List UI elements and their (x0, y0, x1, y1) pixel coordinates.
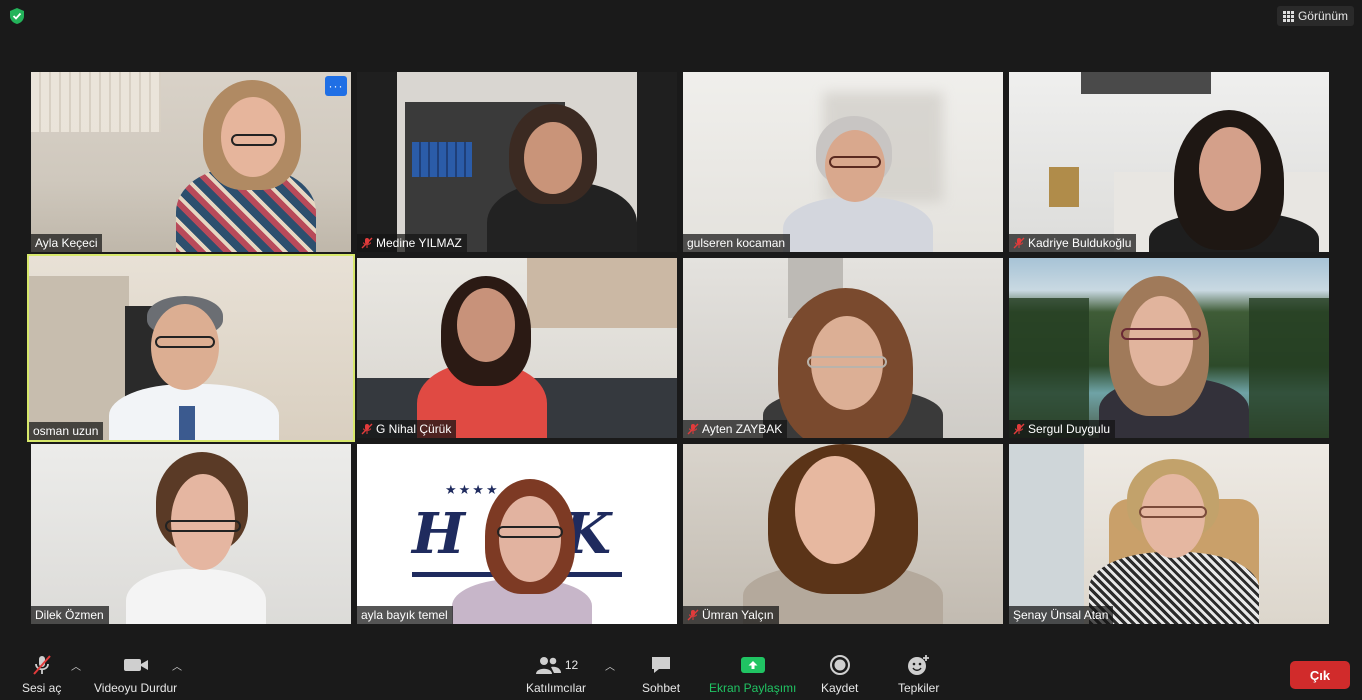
participant-name: Medine YILMAZ (357, 234, 467, 252)
unmute-button[interactable]: Sesi aç (22, 652, 61, 695)
participant-name: ayla bayık temel (357, 606, 453, 624)
video-tile[interactable]: ··· Ayla Keçeci (31, 72, 351, 252)
video-tile[interactable]: Kadriye Buldukoğlu (1009, 72, 1329, 252)
participants-icon (535, 657, 561, 674)
muted-microphone-icon (30, 652, 54, 678)
video-tile[interactable]: Şenay Ünsal Atan (1009, 444, 1329, 624)
top-bar: Görünüm (0, 0, 1362, 34)
view-button[interactable]: Görünüm (1276, 6, 1354, 26)
participant-name: Ayten ZAYBAK (683, 420, 788, 438)
share-screen-icon (740, 652, 766, 678)
video-options-caret-icon[interactable]: ︿ (172, 658, 182, 673)
participants-count: 12 (564, 658, 579, 672)
participant-name: Şenay Ünsal Atan (1009, 606, 1114, 624)
video-tile[interactable]: gulseren kocaman (683, 72, 1003, 252)
video-tile[interactable]: Dilek Özmen (31, 444, 351, 624)
muted-mic-icon (361, 423, 373, 435)
participant-name: Ayla Keçeci (31, 234, 103, 252)
record-icon (829, 652, 851, 678)
video-tile[interactable]: Sergul Duygulu (1009, 258, 1329, 438)
security-shield-icon[interactable] (8, 7, 26, 25)
chat-button[interactable]: Sohbet (642, 652, 680, 695)
video-tile[interactable]: Medine YILMAZ (357, 72, 677, 252)
chat-bubble-icon (649, 652, 673, 678)
video-tile-active-speaker[interactable]: osman uzun (29, 256, 353, 440)
video-tile[interactable]: Ayten ZAYBAK (683, 258, 1003, 438)
share-screen-button[interactable]: Ekran Paylaşımı (709, 652, 796, 695)
meeting-toolbar: Sesi aç ︿ Videoyu Durdur ︿ 12 Katılımcıl… (0, 640, 1362, 700)
muted-mic-icon (687, 609, 699, 621)
video-tile[interactable]: H K ★★★★ ayla bayık temel (357, 444, 677, 624)
smiley-plus-icon (906, 652, 932, 678)
muted-mic-icon (1013, 423, 1025, 435)
muted-mic-icon (361, 237, 373, 249)
participant-name: Sergul Duygulu (1009, 420, 1116, 438)
stop-video-button[interactable]: Videoyu Durdur (94, 652, 177, 695)
participant-name: G Nihal Çürük (357, 420, 457, 438)
audio-options-caret-icon[interactable]: ︿ (71, 658, 81, 673)
participants-options-caret-icon[interactable]: ︿ (605, 658, 615, 673)
participant-name: Dilek Özmen (31, 606, 109, 624)
participant-name: Kadriye Buldukoğlu (1009, 234, 1137, 252)
tile-more-button[interactable]: ··· (325, 76, 347, 96)
participants-button[interactable]: 12 Katılımcılar (526, 652, 586, 695)
record-button[interactable]: Kaydet (821, 652, 858, 695)
participant-name: osman uzun (29, 422, 104, 440)
leave-button[interactable]: Çık (1290, 661, 1350, 689)
grid-icon (1282, 10, 1294, 22)
reactions-button[interactable]: Tepkiler (898, 652, 939, 695)
participant-name: Ümran Yalçın (683, 606, 779, 624)
muted-mic-icon (1013, 237, 1025, 249)
video-camera-icon (122, 652, 150, 678)
video-tile[interactable]: Ümran Yalçın (683, 444, 1003, 624)
participant-name: gulseren kocaman (683, 234, 791, 252)
muted-mic-icon (687, 423, 699, 435)
view-label: Görünüm (1297, 9, 1348, 23)
video-tile[interactable]: G Nihal Çürük (357, 258, 677, 438)
